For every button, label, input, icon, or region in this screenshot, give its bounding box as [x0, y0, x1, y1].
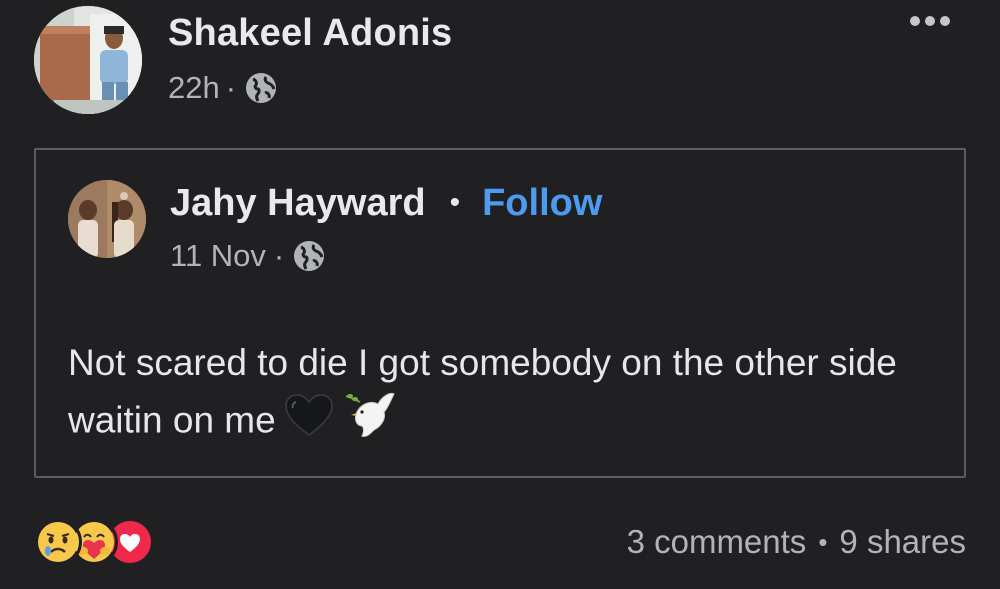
- sad-reaction-icon: [34, 518, 82, 566]
- comments-count[interactable]: 3 comments: [627, 520, 807, 564]
- shared-post-text: Not scared to die I got somebody on the …: [68, 336, 928, 455]
- shared-name-row: Jahy Hayward • Follow: [170, 180, 602, 226]
- post-time[interactable]: 22h: [168, 70, 220, 106]
- dove-icon: [342, 390, 396, 455]
- reactions-summary[interactable]: [34, 518, 174, 566]
- shared-meta: 11 Nov ·: [170, 238, 602, 274]
- shared-meta-separator: ·: [273, 238, 285, 273]
- shared-post[interactable]: Jahy Hayward • Follow 11 Nov · Not scare…: [34, 148, 966, 478]
- post-header: Shakeel Adonis 22h ·: [34, 6, 452, 114]
- meta-separator: ·: [225, 70, 237, 105]
- globe-icon: [244, 71, 278, 105]
- shared-header-text: Jahy Hayward • Follow 11 Nov ·: [170, 180, 602, 274]
- header-text: Shakeel Adonis 22h ·: [168, 10, 452, 106]
- more-options-icon[interactable]: [910, 16, 950, 26]
- shared-author-avatar[interactable]: [68, 180, 146, 258]
- stats-separator: •: [818, 527, 828, 557]
- post-card: Shakeel Adonis 22h · Jahy Hayward • Foll…: [0, 0, 1000, 589]
- shared-author-name[interactable]: Jahy Hayward: [170, 180, 426, 226]
- shares-count[interactable]: 9 shares: [839, 520, 966, 564]
- shared-date[interactable]: 11 Nov: [170, 238, 266, 274]
- post-meta: 22h ·: [168, 70, 452, 106]
- shared-header: Jahy Hayward • Follow 11 Nov ·: [68, 180, 602, 274]
- author-name[interactable]: Shakeel Adonis: [168, 10, 452, 56]
- follow-button[interactable]: Follow: [482, 180, 602, 226]
- engagement-stats: 3 comments • 9 shares: [627, 520, 966, 564]
- author-avatar[interactable]: [34, 6, 142, 114]
- post-text-content: Not scared to die I got somebody on the …: [68, 342, 897, 441]
- name-separator: •: [449, 186, 461, 219]
- globe-icon: [292, 239, 326, 273]
- black-heart-icon: [284, 393, 334, 452]
